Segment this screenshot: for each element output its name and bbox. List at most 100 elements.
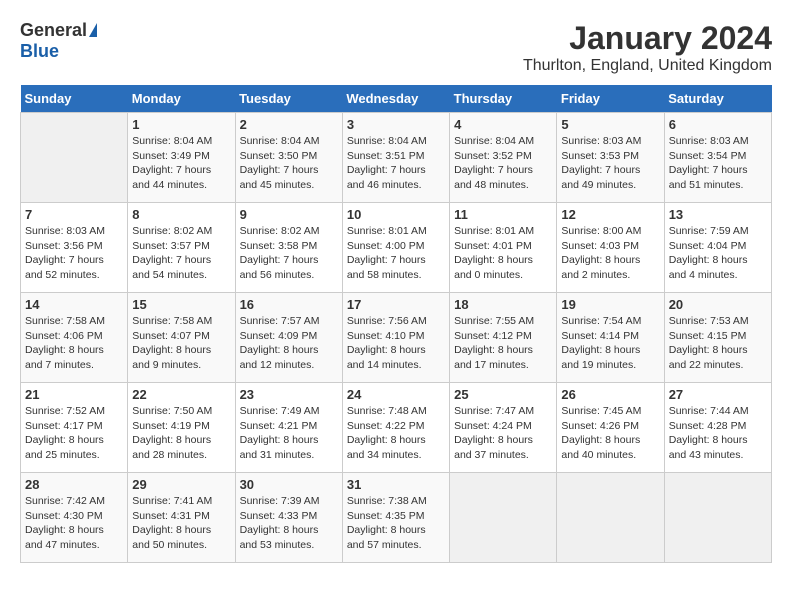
calendar-cell: 18Sunrise: 7:55 AMSunset: 4:12 PMDayligh…	[450, 293, 557, 383]
day-info: Sunrise: 8:01 AMSunset: 4:01 PMDaylight:…	[454, 224, 552, 283]
logo-general: General	[20, 20, 87, 41]
day-info: Sunrise: 8:03 AMSunset: 3:54 PMDaylight:…	[669, 134, 767, 193]
day-number: 20	[669, 297, 767, 312]
day-number: 1	[132, 117, 230, 132]
calendar-cell	[450, 473, 557, 563]
header-day-sunday: Sunday	[21, 85, 128, 113]
day-number: 23	[240, 387, 338, 402]
day-number: 12	[561, 207, 659, 222]
calendar-cell: 25 Sunrise: 7:47 AMSunset: 4:24 PMDayligh…	[450, 383, 557, 473]
header-day-tuesday: Tuesday	[235, 85, 342, 113]
calendar-cell: 4 Sunrise: 8:04 AMSunset: 3:52 PMDaylight…	[450, 113, 557, 203]
calendar-cell: 10 Sunrise: 8:01 AMSunset: 4:00 PMDayligh…	[342, 203, 449, 293]
day-info: Sunrise: 7:56 AMSunset: 4:10 PMDaylight:…	[347, 314, 445, 373]
calendar-cell: 11 Sunrise: 8:01 AMSunset: 4:01 PMDayligh…	[450, 203, 557, 293]
calendar-cell	[557, 473, 664, 563]
header-row: SundayMondayTuesdayWednesdayThursdayFrid…	[21, 85, 772, 113]
calendar-subtitle: Thurlton, England, United Kingdom	[523, 57, 772, 75]
calendar-cell: 22 Sunrise: 7:50 AMSunset: 4:19 PMDayligh…	[128, 383, 235, 473]
day-number: 18	[454, 297, 552, 312]
calendar-cell: 3Sunrise: 8:04 AMSunset: 3:51 PMDaylight…	[342, 113, 449, 203]
day-number: 31	[347, 477, 445, 492]
day-info: Sunrise: 8:03 AMSunset: 3:53 PMDaylight:…	[561, 134, 659, 193]
calendar-cell: 26 Sunrise: 7:45 AMSunset: 4:26 PMDayligh…	[557, 383, 664, 473]
day-number: 6	[669, 117, 767, 132]
header-day-friday: Friday	[557, 85, 664, 113]
header-day-thursday: Thursday	[450, 85, 557, 113]
logo: General Blue	[20, 20, 97, 62]
calendar-cell: 28 Sunrise: 7:42 AMSunset: 4:30 PMDayligh…	[21, 473, 128, 563]
day-number: 26	[561, 387, 659, 402]
day-number: 4	[454, 117, 552, 132]
week-row-1: 1Sunrise: 8:04 AMSunset: 3:49 PMDaylight…	[21, 113, 772, 203]
day-info: Sunrise: 7:48 AMSunset: 4:22 PMDaylight:…	[347, 404, 445, 463]
header-day-saturday: Saturday	[664, 85, 771, 113]
page-header: General Blue January 2024 Thurlton, Engl…	[20, 20, 772, 75]
day-number: 22	[132, 387, 230, 402]
calendar-cell: 29Sunrise: 7:41 AMSunset: 4:31 PMDayligh…	[128, 473, 235, 563]
week-row-2: 7Sunrise: 8:03 AMSunset: 3:56 PMDaylight…	[21, 203, 772, 293]
day-number: 19	[561, 297, 659, 312]
day-info: Sunrise: 8:04 AMSunset: 3:50 PMDaylight:…	[240, 134, 338, 193]
day-info: Sunrise: 8:01 AMSunset: 4:00 PMDaylight:…	[347, 224, 445, 283]
day-number: 29	[132, 477, 230, 492]
calendar-cell: 16Sunrise: 7:57 AMSunset: 4:09 PMDayligh…	[235, 293, 342, 383]
day-info: Sunrise: 8:04 AMSunset: 3:52 PMDaylight:…	[454, 134, 552, 193]
day-info: Sunrise: 8:02 AMSunset: 3:58 PMDaylight:…	[240, 224, 338, 283]
calendar-cell: 30Sunrise: 7:39 AMSunset: 4:33 PMDayligh…	[235, 473, 342, 563]
calendar-cell: 27Sunrise: 7:44 AMSunset: 4:28 PMDayligh…	[664, 383, 771, 473]
week-row-5: 28 Sunrise: 7:42 AMSunset: 4:30 PMDayligh…	[21, 473, 772, 563]
week-row-3: 14 Sunrise: 7:58 AMSunset: 4:06 PMDayligh…	[21, 293, 772, 383]
day-number: 10	[347, 207, 445, 222]
day-info: Sunrise: 7:39 AMSunset: 4:33 PMDaylight:…	[240, 494, 338, 553]
day-number: 9	[240, 207, 338, 222]
calendar-cell	[21, 113, 128, 203]
calendar-cell: 8Sunrise: 8:02 AMSunset: 3:57 PMDaylight…	[128, 203, 235, 293]
day-number: 28	[25, 477, 123, 492]
day-info: Sunrise: 7:45 AMSunset: 4:26 PMDaylight:…	[561, 404, 659, 463]
logo-blue: Blue	[20, 41, 59, 62]
day-number: 11	[454, 207, 552, 222]
day-number: 17	[347, 297, 445, 312]
calendar-header: SundayMondayTuesdayWednesdayThursdayFrid…	[21, 85, 772, 113]
calendar-title: January 2024	[523, 20, 772, 57]
calendar-cell: 17 Sunrise: 7:56 AMSunset: 4:10 PMDayligh…	[342, 293, 449, 383]
calendar-cell: 6 Sunrise: 8:03 AMSunset: 3:54 PMDaylight…	[664, 113, 771, 203]
calendar-cell: 23Sunrise: 7:49 AMSunset: 4:21 PMDayligh…	[235, 383, 342, 473]
calendar-cell: 12Sunrise: 8:00 AMSunset: 4:03 PMDayligh…	[557, 203, 664, 293]
day-info: Sunrise: 7:54 AMSunset: 4:14 PMDaylight:…	[561, 314, 659, 373]
calendar-cell	[664, 473, 771, 563]
logo-triangle-icon	[89, 23, 97, 37]
day-number: 13	[669, 207, 767, 222]
day-info: Sunrise: 7:57 AMSunset: 4:09 PMDaylight:…	[240, 314, 338, 373]
day-number: 25	[454, 387, 552, 402]
day-number: 14	[25, 297, 123, 312]
calendar-cell: 21 Sunrise: 7:52 AMSunset: 4:17 PMDayligh…	[21, 383, 128, 473]
header-day-wednesday: Wednesday	[342, 85, 449, 113]
day-number: 24	[347, 387, 445, 402]
day-info: Sunrise: 7:38 AMSunset: 4:35 PMDaylight:…	[347, 494, 445, 553]
day-info: Sunrise: 7:50 AMSunset: 4:19 PMDaylight:…	[132, 404, 230, 463]
day-info: Sunrise: 7:53 AMSunset: 4:15 PMDaylight:…	[669, 314, 767, 373]
day-info: Sunrise: 7:52 AMSunset: 4:17 PMDaylight:…	[25, 404, 123, 463]
calendar-cell: 9 Sunrise: 8:02 AMSunset: 3:58 PMDaylight…	[235, 203, 342, 293]
day-info: Sunrise: 7:58 AMSunset: 4:06 PMDaylight:…	[25, 314, 123, 373]
calendar-cell: 5 Sunrise: 8:03 AMSunset: 3:53 PMDaylight…	[557, 113, 664, 203]
calendar-cell: 2Sunrise: 8:04 AMSunset: 3:50 PMDaylight…	[235, 113, 342, 203]
calendar-table: SundayMondayTuesdayWednesdayThursdayFrid…	[20, 85, 772, 563]
day-number: 5	[561, 117, 659, 132]
calendar-cell: 19 Sunrise: 7:54 AMSunset: 4:14 PMDayligh…	[557, 293, 664, 383]
day-info: Sunrise: 7:58 AMSunset: 4:07 PMDaylight:…	[132, 314, 230, 373]
calendar-cell: 13Sunrise: 7:59 AMSunset: 4:04 PMDayligh…	[664, 203, 771, 293]
calendar-cell: 15 Sunrise: 7:58 AMSunset: 4:07 PMDayligh…	[128, 293, 235, 383]
day-number: 3	[347, 117, 445, 132]
day-info: Sunrise: 8:02 AMSunset: 3:57 PMDaylight:…	[132, 224, 230, 283]
day-number: 21	[25, 387, 123, 402]
title-block: January 2024 Thurlton, England, United K…	[523, 20, 772, 75]
day-number: 15	[132, 297, 230, 312]
calendar-cell: 24 Sunrise: 7:48 AMSunset: 4:22 PMDayligh…	[342, 383, 449, 473]
day-info: Sunrise: 7:42 AMSunset: 4:30 PMDaylight:…	[25, 494, 123, 553]
week-row-4: 21 Sunrise: 7:52 AMSunset: 4:17 PMDayligh…	[21, 383, 772, 473]
day-info: Sunrise: 7:47 AMSunset: 4:24 PMDaylight:…	[454, 404, 552, 463]
calendar-cell: 31 Sunrise: 7:38 AMSunset: 4:35 PMDayligh…	[342, 473, 449, 563]
